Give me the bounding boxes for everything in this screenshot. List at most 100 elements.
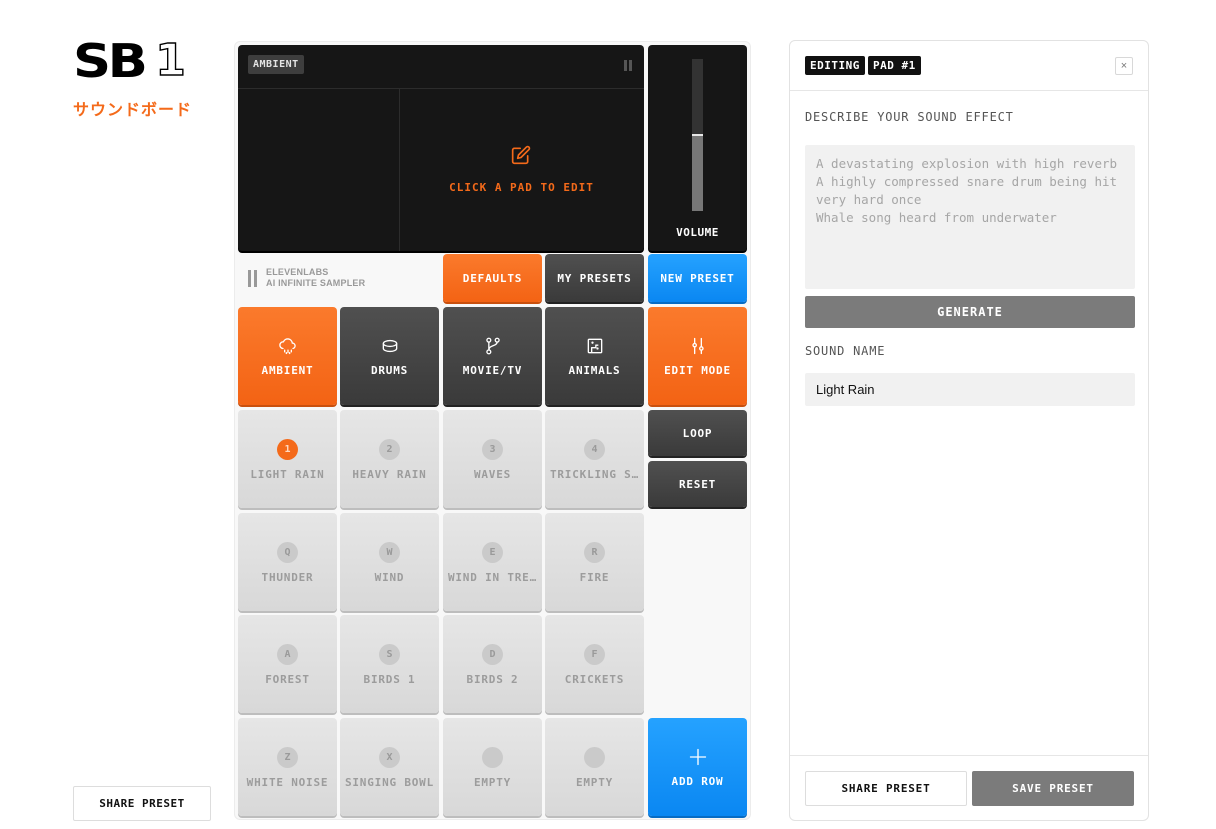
pad-key-badge: R [584, 542, 605, 563]
defaults-button[interactable]: DEFAULTS [443, 254, 542, 302]
sound-pad[interactable]: X SINGING BOWL [340, 718, 439, 816]
pad-key-badge [482, 747, 503, 768]
pad-key-badge: 4 [584, 439, 605, 460]
sound-pad[interactable]: 2 HEAVY RAIN [340, 410, 439, 508]
pad-name: TRICKLING S… [549, 468, 640, 481]
logo-main: SB [73, 34, 148, 88]
drum-icon [382, 339, 397, 352]
volume-fill [692, 135, 703, 211]
pad-badge: PAD #1 [868, 56, 921, 75]
sound-pad[interactable]: 1 LIGHT RAIN [238, 410, 337, 508]
pad-key-badge: Q [277, 542, 298, 563]
edit-icon [511, 145, 531, 165]
category-ambient-button[interactable]: AMBIENT [238, 307, 337, 405]
category-drums-button[interactable]: DRUMS [340, 307, 439, 405]
sound-pad[interactable]: EMPTY [443, 718, 542, 816]
pad-key-badge: A [277, 644, 298, 665]
brand-subtitle: サウンドボード [73, 102, 193, 119]
panel-header: EDITING PAD #1 × [790, 41, 1148, 91]
sound-name-label: SOUND NAME [805, 344, 886, 358]
new-preset-button[interactable]: NEW PRESET [648, 254, 747, 302]
pad-key-badge: 2 [379, 439, 400, 460]
pad-name: BIRDS 2 [466, 673, 519, 686]
pad-name: SINGING BOWL [344, 776, 435, 789]
generate-button[interactable]: GENERATE [805, 296, 1135, 328]
sound-pad[interactable]: 3 WAVES [443, 410, 542, 508]
volume-handle[interactable] [692, 134, 703, 136]
edit-mode-label: EDIT MODE [664, 363, 731, 377]
category-animals-button[interactable]: ANIMALS [545, 307, 644, 405]
sound-pad[interactable]: EMPTY [545, 718, 644, 816]
loop-button[interactable]: LOOP [648, 410, 747, 456]
pad-name: EMPTY [473, 776, 512, 789]
pause-icon[interactable] [624, 60, 632, 71]
display-screen: AMBIENT CLICK A PAD TO EDIT [238, 45, 644, 251]
sliders-icon [691, 337, 704, 354]
maker-line-1: ELEVENLABS [266, 267, 329, 277]
pad-key-badge: 3 [482, 439, 503, 460]
sound-pad[interactable]: F CRICKETS [545, 615, 644, 713]
sound-pad[interactable]: Z WHITE NOISE [238, 718, 337, 816]
sound-pad[interactable]: R FIRE [545, 513, 644, 611]
share-preset-button[interactable]: SHARE PRESET [73, 786, 211, 821]
pad-key-badge: X [379, 747, 400, 768]
pad-name: HEAVY RAIN [352, 468, 427, 481]
pad-name: CRICKETS [564, 673, 625, 686]
maker-label: ELEVENLABS AI INFINITE SAMPLER [248, 267, 365, 289]
sound-pad[interactable]: W WIND [340, 513, 439, 611]
screen-divider-vertical [399, 88, 400, 251]
pad-key-badge: F [584, 644, 605, 665]
pad-name: BIRDS 1 [363, 673, 416, 686]
sound-pad[interactable]: E WIND IN TRE… [443, 513, 542, 611]
category-tag: AMBIENT [248, 55, 304, 74]
category-label: ANIMALS [568, 363, 621, 377]
logo-number: 1 [155, 35, 187, 86]
sound-pad[interactable]: A FOREST [238, 615, 337, 713]
sound-pad[interactable]: D BIRDS 2 [443, 615, 542, 713]
add-row-label: ADD ROW [671, 774, 724, 788]
edit-panel: EDITING PAD #1 × DESCRIBE YOUR SOUND EFF… [789, 40, 1149, 821]
volume-control[interactable]: VOLUME [648, 45, 747, 251]
sound-name-input[interactable] [805, 373, 1135, 406]
maker-line-2: AI INFINITE SAMPLER [266, 278, 366, 288]
pad-name: FIRE [579, 571, 610, 584]
sound-pad[interactable]: 4 TRICKLING S… [545, 410, 644, 508]
animal-icon [587, 338, 602, 353]
pad-key-badge: E [482, 542, 503, 563]
pad-name: WIND IN TRE… [447, 571, 538, 584]
brand: SB 1 サウンドボード [73, 34, 213, 120]
pad-name: LIGHT RAIN [250, 468, 325, 481]
elevenlabs-logo-icon [248, 269, 257, 287]
editing-badge: EDITING [805, 56, 865, 75]
pad-name: WAVES [473, 468, 512, 481]
pad-name: EMPTY [575, 776, 614, 789]
sound-pad[interactable]: S BIRDS 1 [340, 615, 439, 713]
describe-label: DESCRIBE YOUR SOUND EFFECT [805, 110, 1014, 124]
panel-share-preset-button[interactable]: SHARE PRESET [805, 771, 967, 806]
reset-button[interactable]: RESET [648, 461, 747, 507]
sound-description-input[interactable] [805, 145, 1135, 289]
pad-key-badge: Z [277, 747, 298, 768]
category-movie-tv-button[interactable]: MOVIE/TV [443, 307, 542, 405]
pad-key-badge: W [379, 542, 400, 563]
pad-key-badge: D [482, 644, 503, 665]
close-icon[interactable]: × [1115, 57, 1133, 75]
volume-slider[interactable] [692, 59, 703, 211]
edit-prompt: CLICK A PAD TO EDIT [449, 181, 594, 194]
logo: SB 1 [73, 34, 213, 88]
git-branch-icon [485, 337, 500, 354]
category-label: AMBIENT [261, 363, 314, 377]
edit-mode-button[interactable]: EDIT MODE [648, 307, 747, 405]
cloud-rain-icon [278, 337, 296, 354]
volume-label: VOLUME [676, 226, 719, 239]
my-presets-button[interactable]: MY PRESETS [545, 254, 644, 302]
category-label: MOVIE/TV [462, 363, 523, 377]
save-preset-button[interactable]: SAVE PRESET [972, 771, 1134, 806]
pad-key-badge: 1 [277, 439, 298, 460]
add-row-button[interactable]: ADD ROW [648, 718, 747, 816]
panel-footer-divider [790, 755, 1148, 756]
sound-pad[interactable]: Q THUNDER [238, 513, 337, 611]
pad-name: FOREST [265, 673, 310, 686]
pad-name: WHITE NOISE [246, 776, 329, 789]
category-label: DRUMS [370, 363, 409, 377]
